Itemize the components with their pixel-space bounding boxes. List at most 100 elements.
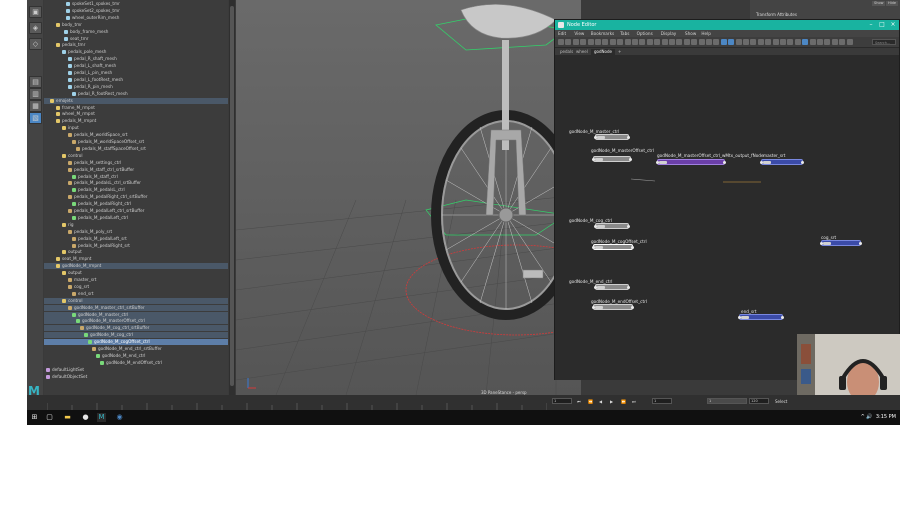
select-label[interactable]: Select xyxy=(775,399,787,404)
outliner-row[interactable]: control xyxy=(44,297,228,304)
step-forward-key-button[interactable]: ⏩ xyxy=(621,399,626,404)
outliner-row[interactable]: pedals_M_worldSpaceOffset_srt xyxy=(44,139,228,145)
play-forward-button[interactable]: ▶ xyxy=(610,399,613,404)
outliner-row[interactable]: godNode_M_master_ctrl_srtBuffer xyxy=(44,304,228,311)
range-slider[interactable]: 1 xyxy=(707,398,747,404)
minimize-button[interactable]: – xyxy=(867,21,875,29)
outliner-row[interactable]: output xyxy=(44,270,228,276)
chrome-icon[interactable]: ● xyxy=(81,413,90,422)
graph-node[interactable] xyxy=(594,223,630,229)
menu-show[interactable]: Show xyxy=(685,30,696,37)
outliner-row[interactable]: pedals_M_pedalLeft_ctrl xyxy=(44,215,228,221)
outliner-row[interactable]: pedal_L_footRest_mesh xyxy=(44,77,228,83)
tool-button-6[interactable]: ▧ xyxy=(29,112,42,124)
output-port[interactable] xyxy=(627,286,630,289)
input-port[interactable] xyxy=(594,136,597,139)
node-editor-tool-19[interactable] xyxy=(698,39,705,45)
tool-button-5[interactable]: ▦ xyxy=(29,100,42,112)
outliner-row[interactable]: pedal_R_footRest_mesh xyxy=(44,91,228,97)
node-editor-tool-28[interactable] xyxy=(765,39,772,45)
range-start-field[interactable]: 1 xyxy=(652,398,672,404)
node-editor-tool-25[interactable] xyxy=(743,39,749,45)
outliner-row[interactable]: pedals_M_staffSpaceOffset_srt xyxy=(44,146,228,152)
outliner-row[interactable]: godNode_M_cogOffset_ctrl xyxy=(44,339,228,346)
node-editor-tool-34[interactable] xyxy=(809,39,816,45)
node-editor-tool-20[interactable] xyxy=(706,39,712,45)
node-editor-tool-5[interactable] xyxy=(595,39,601,45)
outliner-row[interactable]: pedals_M_pedalRight_srt xyxy=(44,243,228,249)
graph-node[interactable] xyxy=(594,134,630,140)
node-editor-tool-8[interactable] xyxy=(617,39,624,45)
node-editor-tool-10[interactable] xyxy=(632,39,638,45)
outliner-row[interactable]: body_frame_mesh xyxy=(44,29,228,35)
menu-bookmarks[interactable]: Bookmarks xyxy=(591,30,614,37)
outliner-row[interactable]: pedals_M_worldSpace_srt xyxy=(44,132,228,138)
outliner-row[interactable]: input xyxy=(44,125,228,131)
outliner-row[interactable]: frame_M_rmpnt xyxy=(44,105,228,111)
step-back-key-button[interactable]: ⏪ xyxy=(588,399,593,404)
outliner-row[interactable]: pedals_M_pedalLeft_srt xyxy=(44,236,228,242)
node-editor-tool-30[interactable] xyxy=(780,39,786,45)
outliner-row[interactable]: pedals_M_staff_ctrl xyxy=(44,174,228,180)
outliner-row[interactable]: pedal_R_pin_mesh xyxy=(44,84,228,90)
outliner-row[interactable]: godNode_M_end_ctrl_srtBuffer xyxy=(44,346,228,352)
output-port[interactable] xyxy=(631,306,634,309)
menu-help[interactable]: Help xyxy=(701,30,711,37)
outliner-row[interactable]: pedals_M_rmpnt xyxy=(44,118,228,124)
outliner-row[interactable]: pedals_M_pedalsL_ctrl_srtBuffer xyxy=(44,180,228,186)
input-port[interactable] xyxy=(656,161,659,164)
input-port[interactable] xyxy=(594,225,597,228)
maya-taskbar-icon[interactable]: M xyxy=(97,413,106,422)
outliner-row[interactable]: pedal_R_shaft_mesh xyxy=(44,56,228,62)
tool-button-0[interactable]: ▣ xyxy=(29,6,42,18)
task-view-icon[interactable]: ▢ xyxy=(45,413,54,422)
node-editor-tool-27[interactable] xyxy=(757,39,764,45)
node-editor-tool-22[interactable] xyxy=(720,39,727,45)
node-editor-search-input[interactable]: Search... xyxy=(872,39,896,45)
outliner-row[interactable]: godNode_M_masterOffset_ctrl xyxy=(44,318,228,325)
tool-button-2[interactable]: ◇ xyxy=(29,38,42,50)
outliner-scroll-thumb[interactable] xyxy=(230,6,234,386)
close-button[interactable]: × xyxy=(889,21,897,29)
outliner-row[interactable]: seat_M_rmpnt xyxy=(44,256,228,262)
viewport-3d[interactable]: 3D PaneStance - persp xyxy=(236,0,581,395)
outliner-row[interactable]: pedals_M_poly_srt xyxy=(44,229,228,235)
system-clock[interactable]: ^ 🔊 3:15 PM xyxy=(861,413,896,422)
output-port[interactable] xyxy=(801,161,804,164)
node-editor-tool-11[interactable] xyxy=(639,39,646,45)
graph-node[interactable] xyxy=(760,159,804,165)
node-editor-tool-29[interactable] xyxy=(772,39,779,45)
menu-options[interactable]: Options xyxy=(637,30,653,37)
node-editor-tool-4[interactable] xyxy=(587,39,594,45)
output-port[interactable] xyxy=(859,242,862,245)
node-editor-tool-33[interactable] xyxy=(802,39,809,45)
outliner-row[interactable]: pedal_L_shaft_mesh xyxy=(44,63,228,69)
outliner-row[interactable]: output xyxy=(44,249,228,255)
node-editor-titlebar[interactable]: Node Editor – □ × xyxy=(555,20,899,30)
outliner-row[interactable]: body_tmr xyxy=(44,22,228,28)
outliner-row[interactable]: godNode_M_rmpnt xyxy=(44,263,228,270)
input-port[interactable] xyxy=(738,316,741,319)
outliner-row[interactable]: wheel_M_rmpnt xyxy=(44,111,228,117)
current-frame-field[interactable]: 1 xyxy=(552,398,572,404)
graph-node[interactable] xyxy=(738,314,784,320)
outliner-row[interactable]: spokeSet2_spokes_tmr xyxy=(44,8,228,14)
play-backward-button[interactable]: ◀ xyxy=(599,399,602,404)
hide-button[interactable]: Hide xyxy=(886,1,898,6)
node-editor-tool-18[interactable] xyxy=(691,39,698,45)
time-slider[interactable]: 1 ⏮ ⏪ ◀ ▶ ⏩ ⏭ 1 1 120 Select xyxy=(27,395,900,410)
menu-edit[interactable]: Edit xyxy=(558,30,566,37)
range-end-field[interactable]: 120 xyxy=(749,398,769,404)
outliner-row[interactable]: godNode_M_cog_ctrl_srtBuffer xyxy=(44,325,228,332)
output-port[interactable] xyxy=(629,158,632,161)
app-icon[interactable]: ◉ xyxy=(115,413,124,422)
output-port[interactable] xyxy=(627,136,630,139)
graph-node[interactable] xyxy=(820,240,862,246)
outliner-row[interactable]: pedals_pole_mesh xyxy=(44,49,228,55)
node-editor-tool-3[interactable] xyxy=(580,39,587,45)
outliner-row[interactable]: spokeSet1_spokes_tmr xyxy=(44,1,228,7)
outliner-row[interactable]: seat_tmr xyxy=(44,36,228,42)
node-editor-graph[interactable]: godNode_M_master_ctrl godNode_M_masterOff… xyxy=(555,55,899,380)
output-port[interactable] xyxy=(723,161,726,164)
node-editor-tool-39[interactable] xyxy=(846,39,853,45)
